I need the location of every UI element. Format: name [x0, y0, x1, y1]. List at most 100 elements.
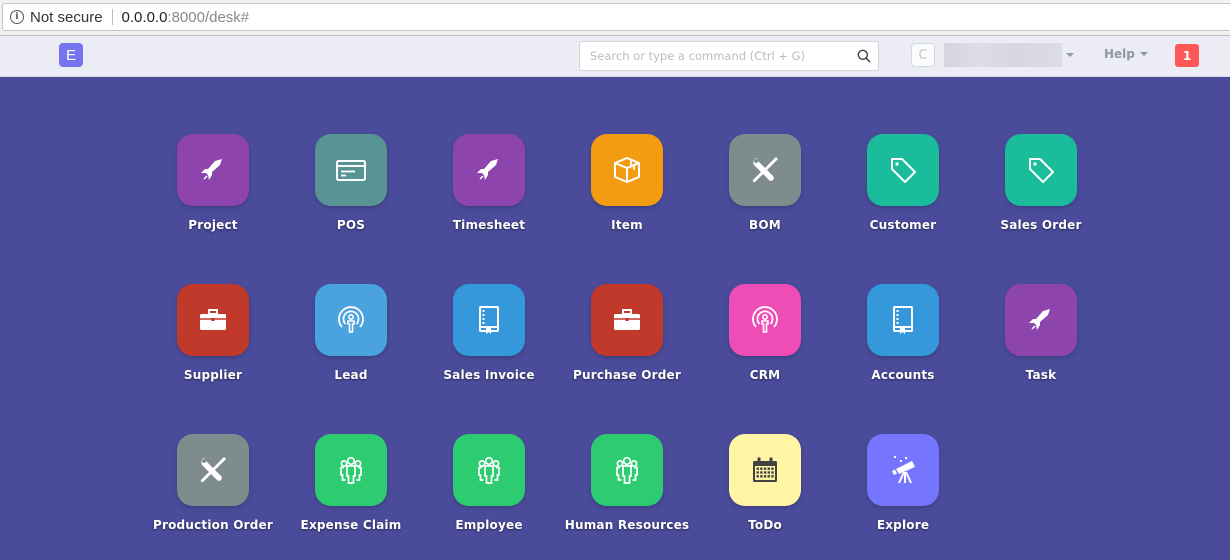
module-label[interactable]: Sales Order	[1000, 218, 1081, 232]
broadcast-icon	[333, 302, 369, 338]
rocket-icon	[195, 152, 231, 188]
module-expense-claim[interactable]: Expense Claim	[282, 434, 420, 532]
module-todo[interactable]: ToDo	[696, 434, 834, 532]
url-path: :8000/desk#	[167, 8, 250, 26]
module-icon-tile[interactable]	[1005, 284, 1077, 356]
rocket-icon	[1023, 302, 1059, 338]
module-icon-tile[interactable]	[315, 134, 387, 206]
book-icon	[471, 302, 507, 338]
module-label[interactable]: Accounts	[871, 368, 934, 382]
module-label[interactable]: POS	[337, 218, 365, 232]
credit-card-icon	[333, 152, 369, 188]
briefcase-icon	[609, 302, 645, 338]
module-human-resources[interactable]: Human Resources	[558, 434, 696, 532]
module-icon-tile[interactable]	[1005, 134, 1077, 206]
user-menu-caret-icon[interactable]	[1066, 53, 1074, 57]
module-icon-tile[interactable]	[453, 434, 525, 506]
module-label[interactable]: Human Resources	[565, 518, 690, 532]
security-status[interactable]: Not secure	[30, 9, 103, 26]
search-icon[interactable]	[857, 49, 871, 63]
module-sales-invoice[interactable]: Sales Invoice	[420, 284, 558, 382]
tools-icon	[195, 452, 231, 488]
module-icon-tile[interactable]	[729, 434, 801, 506]
tag-icon	[885, 152, 921, 188]
module-explore[interactable]: Explore	[834, 434, 972, 532]
module-label[interactable]: ToDo	[748, 518, 782, 532]
module-bom[interactable]: BOM	[696, 134, 834, 232]
module-label[interactable]: Production Order	[153, 518, 273, 532]
module-crm[interactable]: CRM	[696, 284, 834, 382]
broadcast-icon	[747, 302, 783, 338]
module-icon-tile[interactable]	[177, 434, 249, 506]
module-purchase-order[interactable]: Purchase Order	[558, 284, 696, 382]
notification-badge[interactable]: 1	[1175, 44, 1199, 67]
calendar-icon	[747, 452, 783, 488]
help-label: Help	[1104, 47, 1135, 61]
module-icon-tile[interactable]	[177, 284, 249, 356]
module-grid: Project POS Timesheet Item BOM Customer Sales …	[144, 134, 1110, 532]
module-customer[interactable]: Customer	[834, 134, 972, 232]
module-label[interactable]: Expense Claim	[301, 518, 402, 532]
tag-icon	[1023, 152, 1059, 188]
app-navbar: E C Help 1	[0, 36, 1230, 77]
module-label[interactable]: Employee	[455, 518, 522, 532]
module-label[interactable]: Customer	[870, 218, 937, 232]
address-divider	[111, 9, 113, 25]
module-item[interactable]: Item	[558, 134, 696, 232]
module-accounts[interactable]: Accounts	[834, 284, 972, 382]
module-icon-tile[interactable]	[315, 284, 387, 356]
people-icon	[333, 452, 369, 488]
people-icon	[471, 452, 507, 488]
module-icon-tile[interactable]	[867, 134, 939, 206]
module-label[interactable]: Project	[188, 218, 237, 232]
help-dropdown[interactable]: Help	[1104, 47, 1148, 61]
module-label[interactable]: BOM	[749, 218, 781, 232]
module-label[interactable]: Timesheet	[453, 218, 525, 232]
book-icon	[885, 302, 921, 338]
module-icon-tile[interactable]	[453, 134, 525, 206]
search-input[interactable]	[580, 42, 878, 70]
module-icon-tile[interactable]	[315, 434, 387, 506]
tools-icon	[747, 152, 783, 188]
address-bar[interactable]: i Not secure 0.0.0.0:8000/desk#	[2, 3, 1230, 31]
module-icon-tile[interactable]	[729, 134, 801, 206]
module-icon-tile[interactable]	[591, 284, 663, 356]
module-icon-tile[interactable]	[453, 284, 525, 356]
info-icon[interactable]: i	[10, 10, 24, 24]
user-name-redacted[interactable]	[944, 43, 1062, 67]
module-icon-tile[interactable]	[177, 134, 249, 206]
telescope-icon	[885, 452, 921, 488]
module-timesheet[interactable]: Timesheet	[420, 134, 558, 232]
briefcase-icon	[195, 302, 231, 338]
module-icon-tile[interactable]	[591, 434, 663, 506]
rocket-icon	[471, 152, 507, 188]
module-pos[interactable]: POS	[282, 134, 420, 232]
browser-toolbar: i Not secure 0.0.0.0:8000/desk#	[0, 0, 1230, 36]
module-label[interactable]: Task	[1026, 368, 1057, 382]
module-icon-tile[interactable]	[591, 134, 663, 206]
module-label[interactable]: Item	[611, 218, 643, 232]
box-icon	[609, 152, 645, 188]
module-project[interactable]: Project	[144, 134, 282, 232]
module-production-order[interactable]: Production Order	[144, 434, 282, 532]
people-icon	[609, 452, 645, 488]
module-label[interactable]: CRM	[750, 368, 781, 382]
app-logo[interactable]: E	[59, 43, 83, 67]
module-icon-tile[interactable]	[867, 284, 939, 356]
module-label[interactable]: Explore	[877, 518, 929, 532]
awesome-bar	[579, 41, 879, 71]
module-label[interactable]: Lead	[334, 368, 367, 382]
module-icon-tile[interactable]	[729, 284, 801, 356]
module-lead[interactable]: Lead	[282, 284, 420, 382]
module-icon-tile[interactable]	[867, 434, 939, 506]
url-host: 0.0.0.0	[121, 8, 168, 26]
module-label[interactable]: Sales Invoice	[443, 368, 534, 382]
module-supplier[interactable]: Supplier	[144, 284, 282, 382]
module-label[interactable]: Supplier	[184, 368, 242, 382]
chevron-down-icon	[1139, 52, 1148, 56]
user-avatar[interactable]: C	[911, 43, 935, 67]
module-employee[interactable]: Employee	[420, 434, 558, 532]
module-sales-order[interactable]: Sales Order	[972, 134, 1110, 232]
module-task[interactable]: Task	[972, 284, 1110, 382]
module-label[interactable]: Purchase Order	[573, 368, 681, 382]
